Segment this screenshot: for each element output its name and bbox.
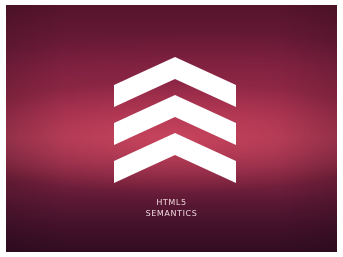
- stacked-chevrons-up-icon: [114, 57, 236, 183]
- title-slide: HTML5 SEMANTICS: [6, 5, 337, 252]
- caption-semantics: SEMANTICS: [145, 209, 198, 218]
- screen-frame: HTML5 SEMANTICS: [0, 0, 343, 257]
- chevron-bottom-icon: [114, 133, 236, 183]
- caption-html5: HTML5: [156, 198, 187, 207]
